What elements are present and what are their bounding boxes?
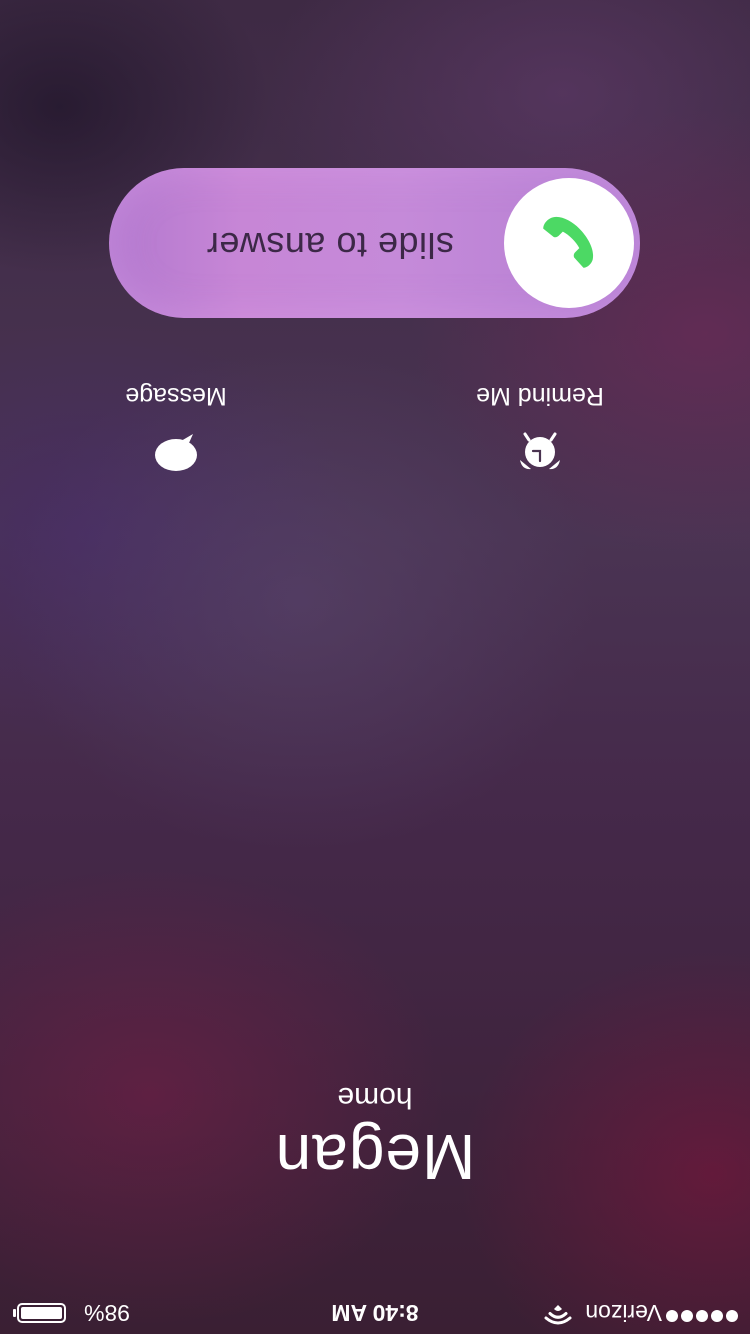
- incoming-call-screen: Verizon 8:40 AM 98% Megan home Remind Me: [0, 0, 750, 1334]
- battery-icon: [13, 1303, 66, 1323]
- remind-me-label: Remind Me: [476, 382, 604, 410]
- alarm-clock-icon: [520, 432, 560, 470]
- slide-to-answer-text: slide to answer: [206, 225, 454, 266]
- caller-number-label: home: [337, 1081, 413, 1114]
- slide-to-answer-slider[interactable]: slide to answer: [109, 168, 640, 318]
- answer-knob[interactable]: [504, 178, 634, 308]
- message-button[interactable]: Message: [46, 381, 306, 474]
- status-bar: Verizon 8:40 AM 98%: [0, 1294, 750, 1334]
- speech-bubble-icon: [155, 434, 197, 471]
- message-label: Message: [125, 382, 227, 410]
- phone-icon: [543, 216, 594, 268]
- battery-percentage: 98%: [84, 1300, 131, 1326]
- remind-me-button[interactable]: Remind Me: [410, 381, 670, 474]
- caller-name: Megan: [274, 1121, 476, 1193]
